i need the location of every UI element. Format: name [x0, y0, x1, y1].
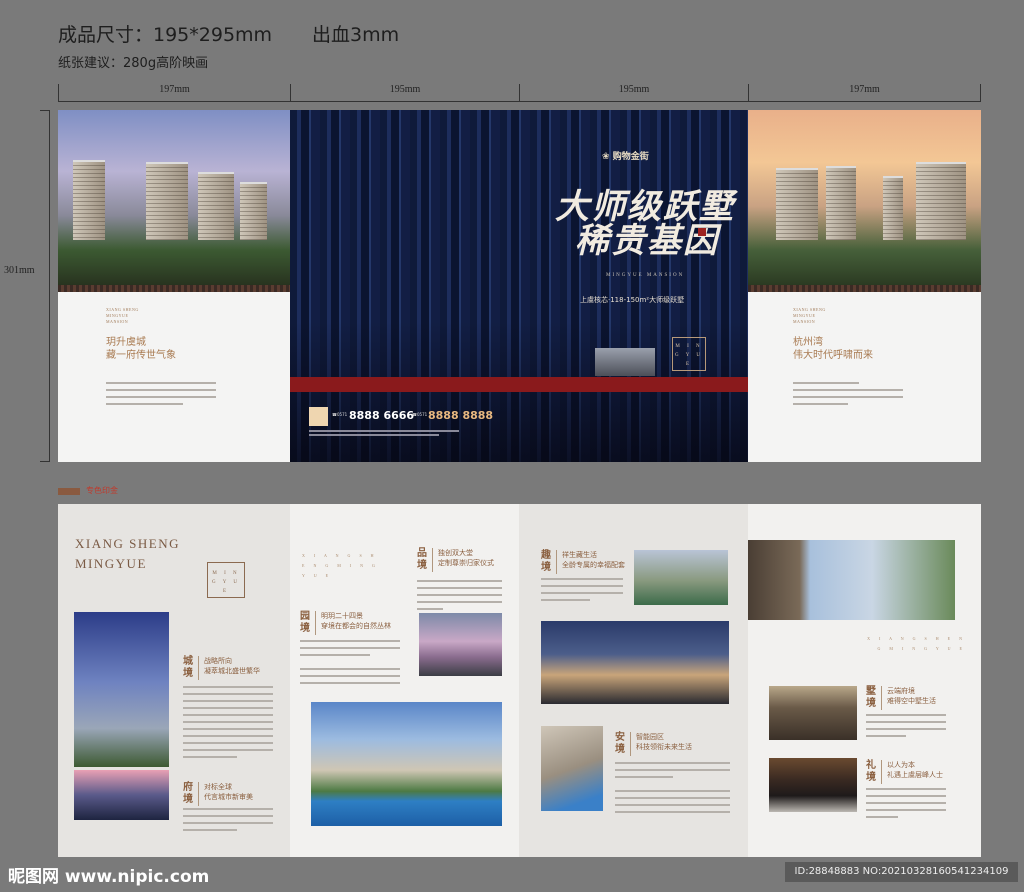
section-title: 战略所向 凝萃城北盛世繁华: [198, 656, 260, 680]
section-title: 祥生藏生活 全龄专属的幸福配套: [556, 550, 625, 574]
living-room-photo: [769, 686, 857, 740]
balcony-view-photo: [748, 540, 955, 620]
front-cover: ❀ 购物金街 大师级跃墅 稀贵基因 MINGYUE MANSION 上虞核芯·1…: [290, 110, 748, 462]
city-skyline-photo: [74, 770, 169, 820]
finished-size-spec: 成品尺寸：195*295mm: [58, 24, 273, 46]
outside-panel-left: XIANG SHENG MINGYUE MANSION 玥升虞城 藏一府传世气象: [58, 110, 290, 462]
section-title: 对标全球 代言城市新审美: [198, 782, 253, 806]
ruler-panel-3: 195mm: [519, 84, 748, 102]
phone-number-1: 8888 6666: [349, 409, 415, 422]
sunset-towers-photo: [748, 110, 981, 285]
inside-panel-2: X I A N G S H E N G M I N G Y U E 品境 独创双…: [290, 504, 519, 857]
xiangsheng-mini-label: X I A N G S H E N G M I N G Y U E: [867, 636, 966, 651]
section-tag: 品境: [417, 548, 427, 571]
nipic-logo: 昵图网 www.nipic.com: [8, 867, 210, 887]
inside-panel-4: X I A N G S H E N G M I N G Y U E 墅境 云端府…: [748, 504, 981, 857]
image-id-label: ID:28848883 NO:20210328160541234109: [785, 862, 1018, 882]
ruler-panel-4: 197mm: [748, 84, 981, 102]
body-copy: [866, 714, 946, 742]
smart-home-photo: [541, 726, 603, 811]
section-shujing: 墅境 云端府境 难得空中墅生活: [866, 686, 936, 710]
section-tag: 趣境: [541, 550, 551, 573]
section-tag: 墅境: [866, 686, 876, 709]
spot-color-label: 专色印金: [86, 486, 118, 495]
section-tag: 礼境: [866, 760, 876, 783]
brand-tag: XIANG SHENG MINGYUE MANSION: [106, 307, 139, 324]
body-copy: [793, 382, 903, 410]
clubhouse-night-photo: [541, 621, 729, 704]
panel-title-2: 藏一府传世气象: [106, 350, 176, 361]
panel-title-1: 杭州湾: [793, 337, 823, 348]
paper-spec: 纸张建议：280g高阶映画: [58, 56, 209, 71]
disclaimer-text: [309, 434, 439, 436]
red-band: [290, 377, 748, 392]
section-title: 明玥二十四景 穿境在都会的自然丛林: [315, 611, 391, 635]
body-copy: [300, 640, 400, 689]
body-copy: [615, 762, 730, 818]
outside-panel-right: XIANG SHENG MINGYUE MANSION 杭州湾 伟大时代呼啸而来: [748, 110, 981, 462]
cherry-blossom-path-photo: [419, 613, 502, 676]
body-copy: [541, 578, 623, 606]
ruler-panel-1: 197mm: [58, 84, 290, 102]
body-copy: [106, 382, 216, 410]
section-tag: 城境: [183, 656, 193, 679]
decorative-band: [748, 285, 981, 292]
inside-panel-1: XIANG SHENG MINGYUE M I N G Y U E 城境 战略所向…: [58, 504, 290, 857]
disclaimer-text: [309, 430, 459, 432]
red-seal-icon: [698, 228, 706, 236]
service-staff-photo: [769, 758, 857, 812]
brand-tag: XIANG SHENG MINGYUE MANSION: [793, 307, 826, 324]
section-fujing: 府境 对标全球 代言城市新审美: [183, 782, 253, 806]
cover-subtitle: MINGYUE MANSION: [606, 273, 685, 278]
section-tag: 园境: [300, 611, 310, 634]
bleed-spec: 出血3mm: [312, 24, 400, 46]
height-ruler: [40, 110, 50, 462]
section-tag: 府境: [183, 782, 193, 805]
section-title: 独创双大堂 定制尊崇归家仪式: [432, 548, 494, 572]
body-copy: [183, 686, 273, 763]
body-copy: [183, 808, 273, 836]
section-title: 以人为本 礼遇上虞层峰人士: [881, 760, 943, 784]
section-lijing: 礼境 以人为本 礼遇上虞层峰人士: [866, 760, 943, 784]
clubhouse-render: [595, 348, 655, 376]
section-anjing: 安境 智能园区 科技领衔未来生活: [615, 732, 692, 756]
spot-color-swatch: [58, 488, 80, 495]
tower-night-photo: [74, 612, 169, 767]
residential-towers-photo: [58, 110, 290, 285]
body-copy: [417, 580, 502, 615]
mingyue-seal: M I N G Y U E: [207, 562, 245, 598]
section-tag: 安境: [615, 732, 625, 755]
section-qujing: 趣境 祥生藏生活 全龄专属的幸福配套: [541, 550, 625, 574]
cover-tagline: 上虞核芯·118-150m²大师级跃墅: [580, 296, 685, 304]
qr-placeholder: [309, 407, 328, 426]
decorative-band: [58, 285, 290, 292]
inside-panel-3: 趣境 祥生藏生活 全龄专属的幸福配套 安境 智能园区 科技领衔未来生活: [519, 504, 748, 857]
section-pinjing: 品境 独创双大堂 定制尊崇归家仪式: [417, 548, 494, 572]
brand-logo: ❀ 购物金街: [602, 152, 649, 162]
body-copy: [866, 788, 946, 823]
section-title: 云端府境 难得空中墅生活: [881, 686, 936, 710]
ruler-panel-2: 195mm: [290, 84, 519, 102]
phone-prefix-2: ☎0571: [412, 412, 428, 417]
xiangsheng-heading: XIANG SHENG MINGYUE: [75, 536, 180, 571]
panel-title-1: 玥升虞城: [106, 337, 146, 348]
pool-garden-photo: [311, 702, 502, 826]
section-yuanjing: 园境 明玥二十四景 穿境在都会的自然丛林: [300, 611, 391, 635]
garden-playground-photo: [634, 550, 728, 605]
phone-prefix-1: ☎0571: [332, 412, 348, 417]
height-label: 301mm: [4, 265, 35, 276]
mingyue-seal: M I N G Y U E: [672, 337, 706, 371]
section-title: 智能园区 科技领衔未来生活: [630, 732, 692, 756]
lotus-icon: ❀: [602, 152, 613, 162]
panel-title-2: 伟大时代呼啸而来: [793, 350, 873, 361]
phone-number-2: 8888 8888: [428, 409, 494, 422]
xiangsheng-mini-label: X I A N G S H E N G M I N G Y U E: [302, 553, 379, 578]
section-chengjing: 城境 战略所向 凝萃城北盛世繁华: [183, 656, 260, 680]
